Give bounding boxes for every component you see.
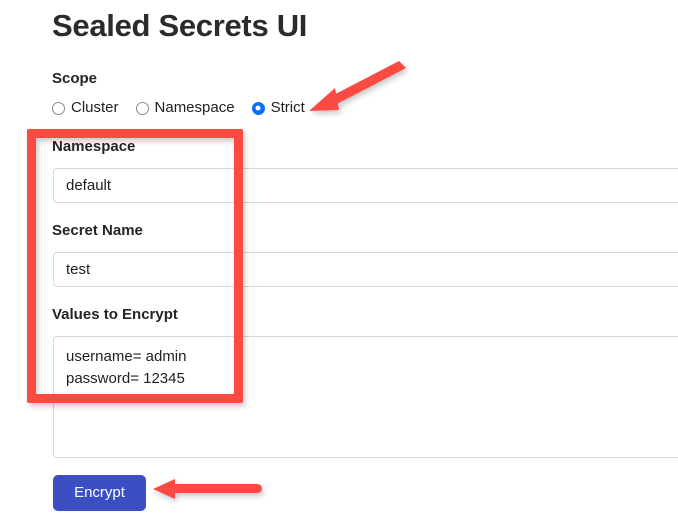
radio-option-cluster[interactable]: Cluster <box>52 99 119 117</box>
values-to-encrypt-textarea[interactable]: username= admin password= 12345 <box>53 336 678 458</box>
radio-circle-icon[interactable] <box>135 101 149 115</box>
namespace-label: Namespace <box>52 138 136 155</box>
radio-label-strict: Strict <box>270 99 305 116</box>
radio-circle-icon[interactable] <box>52 101 65 115</box>
scope-label: Scope <box>52 70 98 87</box>
encrypt-button[interactable]: Encrypt <box>53 475 146 511</box>
radio-option-strict[interactable]: Strict <box>251 99 305 117</box>
secret-name-input[interactable] <box>53 252 678 287</box>
namespace-input[interactable] <box>53 168 678 203</box>
radio-label-cluster: Cluster <box>71 99 119 116</box>
radio-option-namespace[interactable]: Namespace <box>135 99 235 117</box>
radio-circle-selected-icon[interactable] <box>251 101 265 115</box>
secret-name-label: Secret Name <box>52 222 143 239</box>
radio-label-namespace: Namespace <box>154 99 235 116</box>
values-to-encrypt-label: Values to Encrypt <box>52 306 178 323</box>
arrow-pointing-to-encrypt-button <box>150 478 270 504</box>
scope-radio-group: Cluster Namespace Strict <box>52 99 305 117</box>
arrow-pointing-to-strict-radio <box>303 57 407 115</box>
form-content: Sealed Secrets UI Scope Cluster Namespac… <box>52 0 678 511</box>
page-title: Sealed Secrets UI <box>52 8 308 43</box>
sealed-secrets-page: Sealed Secrets UI Scope Cluster Namespac… <box>0 0 678 528</box>
